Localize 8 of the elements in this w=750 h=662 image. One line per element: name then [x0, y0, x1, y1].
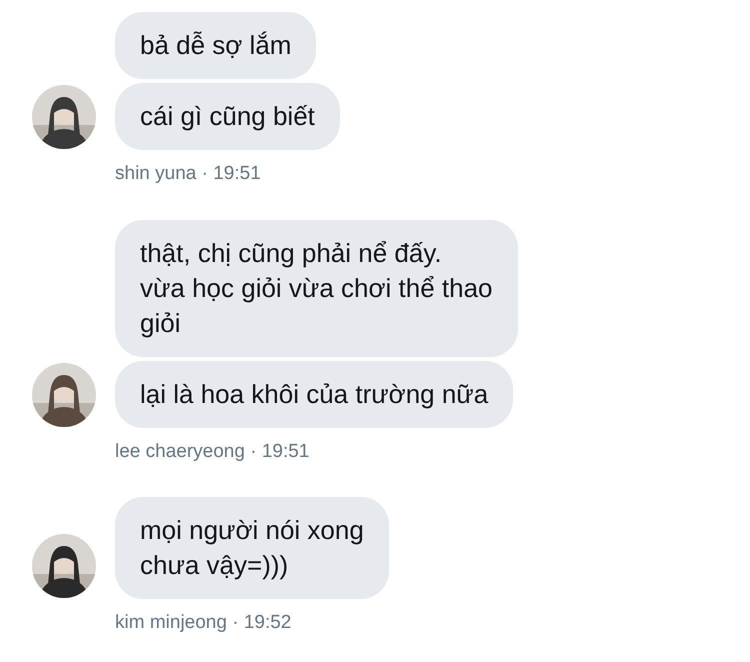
- message-bubble: mọi người nói xong chưa vậy=))): [115, 497, 389, 599]
- message-bubble: lại là hoa khôi của trường nữa: [115, 360, 514, 428]
- message-bubble: cái gì cũng biết: [115, 83, 340, 150]
- sender-timestamp: kim minjeong · 19:52: [115, 612, 292, 633]
- sender-timestamp: lee chaeryeong · 19:51: [115, 440, 310, 462]
- sender-timestamp: shin yuna · 19:51: [115, 163, 261, 184]
- message-bubble: thật, chị cũng phải nể đấy. vừa học giỏi vừa chơi thể thao giỏi: [115, 220, 518, 356]
- message-bubble: bả dễ sợ lắm: [115, 12, 316, 79]
